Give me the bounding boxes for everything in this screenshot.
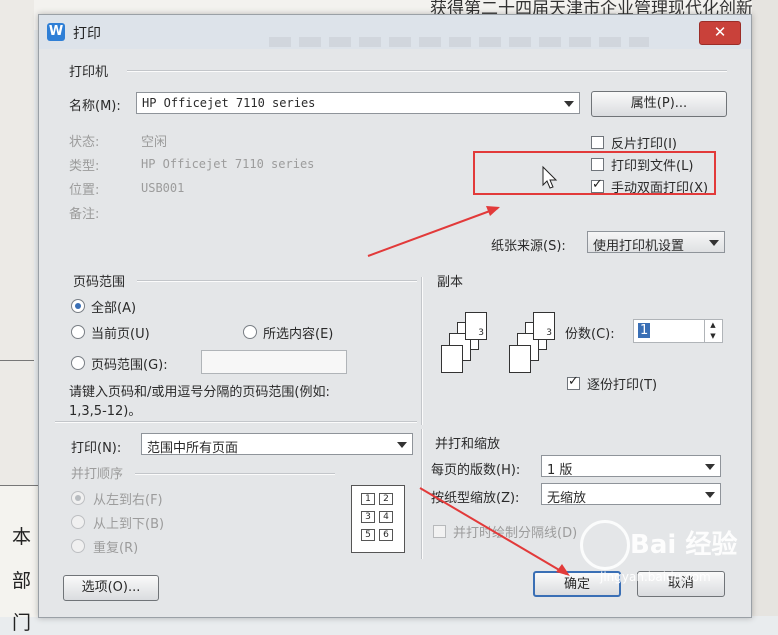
watermark-url: jingyan.baidu.com (600, 570, 711, 584)
annotation-arrow (419, 487, 567, 575)
annotation-arrowhead (486, 206, 500, 216)
baidu-watermark: Bai 经验 jingyan.baidu.com (560, 518, 750, 598)
watermark-brand: Bai 经验 (630, 530, 738, 560)
annotation-arrow (367, 207, 499, 257)
mouse-cursor-icon (542, 165, 558, 189)
baidu-paw-icon (580, 520, 630, 570)
